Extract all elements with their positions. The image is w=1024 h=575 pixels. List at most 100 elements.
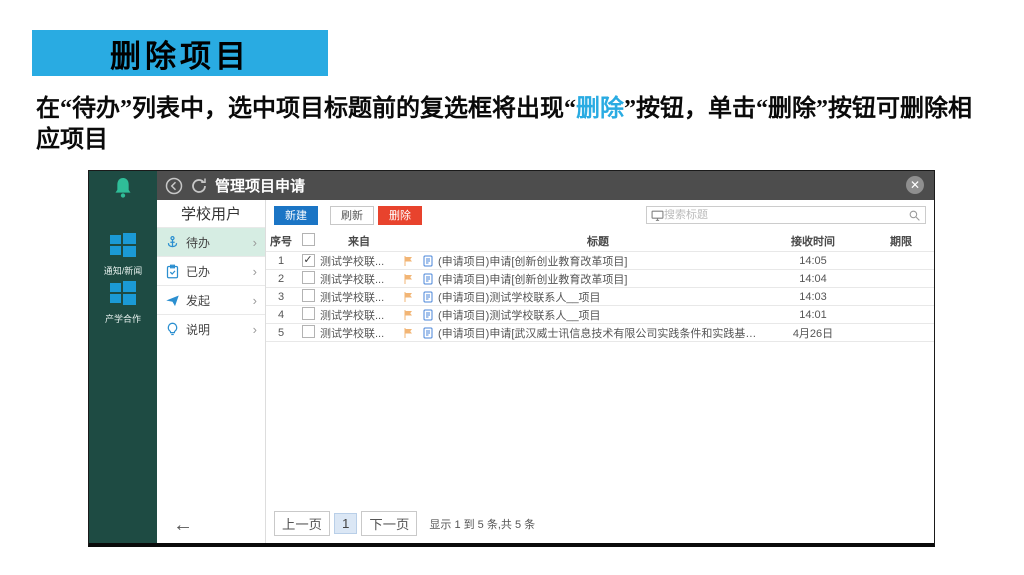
sidebar-item-label: 产学合作 [89, 312, 157, 325]
nav-item-label: 发起 [186, 292, 210, 309]
delete-button[interactable]: 删除 [378, 206, 422, 225]
new-button[interactable]: 新建 [274, 206, 318, 225]
row-checkbox[interactable] [302, 271, 315, 284]
pagination: 上一页 1 下一页 显示 1 到 5 条,共 5 条 [274, 511, 535, 536]
slide-description: 在“待办”列表中，选中项目标题前的复选框将出现“删除”按钮，单击“删除”按钮可删… [36, 94, 992, 156]
search-input[interactable] [664, 209, 908, 221]
search-box[interactable] [646, 206, 926, 224]
row-seq: 4 [266, 309, 296, 321]
row-title: (申请项目)申请[创新创业教育改革项目] [438, 253, 758, 269]
table-row[interactable]: 5 测试学校联... (申请项目)申请[武汉威士讯信息技术有限公司实践条件和实践… [266, 324, 934, 342]
main-panel: 新建 刷新 删除 [266, 200, 934, 543]
flag-icon [402, 309, 414, 321]
pagination-summary: 显示 1 到 5 条,共 5 条 [429, 516, 535, 532]
document-icon [422, 291, 434, 303]
sidebar-item-label: 通知/新闻 [89, 264, 157, 277]
sidebar-item-cooperation[interactable]: 产学合作 [89, 281, 157, 325]
refresh-icon[interactable] [190, 177, 208, 195]
windows-tiles-icon [110, 233, 136, 257]
header-received: 接收时间 [758, 233, 868, 249]
chevron-right-icon: › [253, 293, 257, 308]
row-received: 4月26日 [758, 325, 868, 341]
clipboard-check-icon [165, 264, 180, 279]
search-icon [908, 209, 921, 222]
toolbar: 新建 刷新 删除 [266, 200, 934, 230]
row-seq: 2 [266, 273, 296, 285]
row-from: 测试学校联... [320, 307, 398, 323]
back-icon[interactable] [165, 177, 183, 195]
table-row[interactable]: 4 测试学校联... (申请项目)测试学校联系人__项目 14:01 [266, 306, 934, 324]
row-received: 14:03 [758, 291, 868, 303]
row-checkbox[interactable]: ✓ [302, 254, 315, 267]
slide-title-banner: 删除项目 [32, 30, 328, 76]
table-row[interactable]: 3 测试学校联... (申请项目)测试学校联系人__项目 14:03 [266, 288, 934, 306]
bell-icon[interactable] [113, 177, 133, 199]
user-role-header: 学校用户 [157, 200, 265, 227]
app-sidebar: 通知/新闻 产学合作 [89, 171, 157, 543]
row-seq: 3 [266, 291, 296, 303]
table-row[interactable]: 1 ✓ 测试学校联... (申请项目)申请[创新创业教育改革项目] 14:05 [266, 252, 934, 270]
document-icon [422, 273, 434, 285]
monitor-icon [651, 209, 664, 222]
window-title: 管理项目申请 [215, 175, 305, 196]
row-received: 14:05 [758, 255, 868, 267]
window-titlebar: 管理项目申请 ✕ [157, 171, 934, 200]
header-from: 来自 [320, 233, 398, 249]
row-title: (申请项目)申请[创新创业教育改革项目] [438, 271, 758, 287]
nav-item-label: 说明 [186, 321, 210, 338]
table-header: 序号 来自 标题 接收时间 期限 [266, 230, 934, 252]
nav-panel: 学校用户 待办 › 已办 › [157, 200, 266, 543]
table-row[interactable]: 2 测试学校联... (申请项目)申请[创新创业教育改革项目] 14:04 [266, 270, 934, 288]
prev-page-button[interactable]: 上一页 [274, 511, 330, 536]
nav-item-label: 已办 [186, 263, 210, 280]
description-text: 在“待办”列表中，选中项目标题前的复选框将出现“ [36, 96, 576, 122]
row-title: (申请项目)测试学校联系人__项目 [438, 289, 758, 305]
row-from: 测试学校联... [320, 289, 398, 305]
nav-item-done[interactable]: 已办 › [157, 256, 265, 285]
header-deadline: 期限 [868, 233, 934, 249]
back-arrow[interactable]: ← [173, 514, 193, 537]
row-title: (申请项目)测试学校联系人__项目 [438, 307, 758, 323]
flag-icon [402, 291, 414, 303]
nav-item-help[interactable]: 说明 › [157, 314, 265, 343]
slide: 删除项目 在“待办”列表中，选中项目标题前的复选框将出现“删除”按钮，单击“删除… [0, 0, 1024, 575]
chevron-right-icon: › [253, 322, 257, 337]
row-checkbox[interactable] [302, 307, 315, 320]
flag-icon [402, 327, 414, 339]
row-from: 测试学校联... [320, 325, 398, 341]
document-icon [422, 309, 434, 321]
document-icon [422, 255, 434, 267]
row-checkbox[interactable] [302, 289, 315, 302]
nav-item-label: 待办 [186, 234, 210, 251]
refresh-button[interactable]: 刷新 [330, 206, 374, 225]
row-seq: 5 [266, 327, 296, 339]
flag-icon [402, 255, 414, 267]
row-from: 测试学校联... [320, 253, 398, 269]
row-received: 14:01 [758, 309, 868, 321]
header-title: 标题 [438, 233, 758, 249]
row-checkbox[interactable] [302, 325, 315, 338]
chevron-right-icon: › [253, 264, 257, 279]
slide-title: 删除项目 [110, 31, 250, 76]
chevron-right-icon: › [253, 235, 257, 250]
lightbulb-icon [165, 322, 180, 337]
row-from: 测试学校联... [320, 271, 398, 287]
anchor-icon [165, 235, 180, 250]
row-received: 14:04 [758, 273, 868, 285]
current-page-button[interactable]: 1 [334, 513, 357, 534]
nav-item-initiate[interactable]: 发起 › [157, 285, 265, 314]
flag-icon [402, 273, 414, 285]
row-seq: 1 [266, 255, 296, 267]
paper-plane-icon [165, 293, 180, 308]
windows-tiles-icon [110, 281, 136, 305]
header-seq: 序号 [266, 233, 296, 249]
sidebar-item-news[interactable]: 通知/新闻 [89, 233, 157, 277]
next-page-button[interactable]: 下一页 [361, 511, 417, 536]
row-title: (申请项目)申请[武汉威士讯信息技术有限公司实践条件和实践基地建设项目] [438, 325, 758, 341]
nav-item-todo[interactable]: 待办 › [157, 227, 265, 256]
close-icon[interactable]: ✕ [906, 176, 924, 194]
document-icon [422, 327, 434, 339]
select-all-checkbox[interactable] [302, 233, 315, 246]
app-window: 通知/新闻 产学合作 管理项 [88, 170, 935, 547]
description-highlight: 删除 [576, 96, 624, 122]
